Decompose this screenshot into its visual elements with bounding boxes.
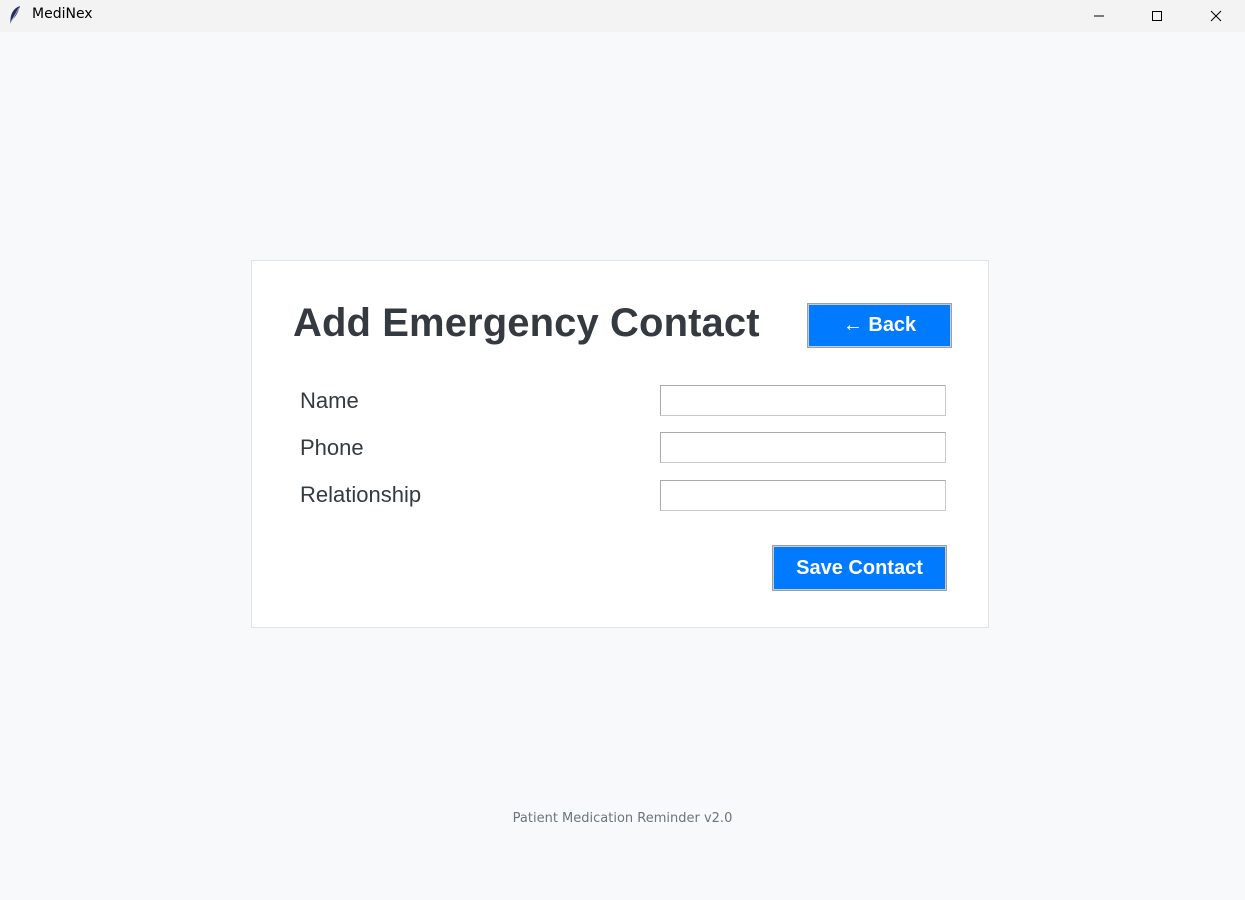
maximize-button[interactable] xyxy=(1128,0,1186,32)
close-icon xyxy=(1210,10,1222,22)
footer-version-text: Patient Medication Reminder v2.0 xyxy=(512,811,733,826)
minimize-button[interactable] xyxy=(1070,0,1128,32)
relationship-input[interactable] xyxy=(660,480,946,511)
maximize-icon xyxy=(1152,11,1162,21)
phone-input[interactable] xyxy=(660,432,946,463)
page-title: Add Emergency Contact xyxy=(293,301,760,345)
name-label: Name xyxy=(300,388,359,413)
save-contact-button[interactable]: Save Contact xyxy=(772,545,947,591)
name-input[interactable] xyxy=(660,385,946,416)
minimize-icon xyxy=(1094,15,1104,17)
window-titlebar: MediNex xyxy=(0,0,1245,32)
close-button[interactable] xyxy=(1187,0,1245,32)
emergency-contact-form: Add Emergency Contact ← Back Name Phone … xyxy=(251,260,989,628)
relationship-label: Relationship xyxy=(300,482,422,507)
back-button[interactable]: ← Back xyxy=(807,303,952,348)
phone-label: Phone xyxy=(300,435,364,460)
window-title: MediNex xyxy=(32,6,93,22)
feather-icon xyxy=(8,5,22,25)
